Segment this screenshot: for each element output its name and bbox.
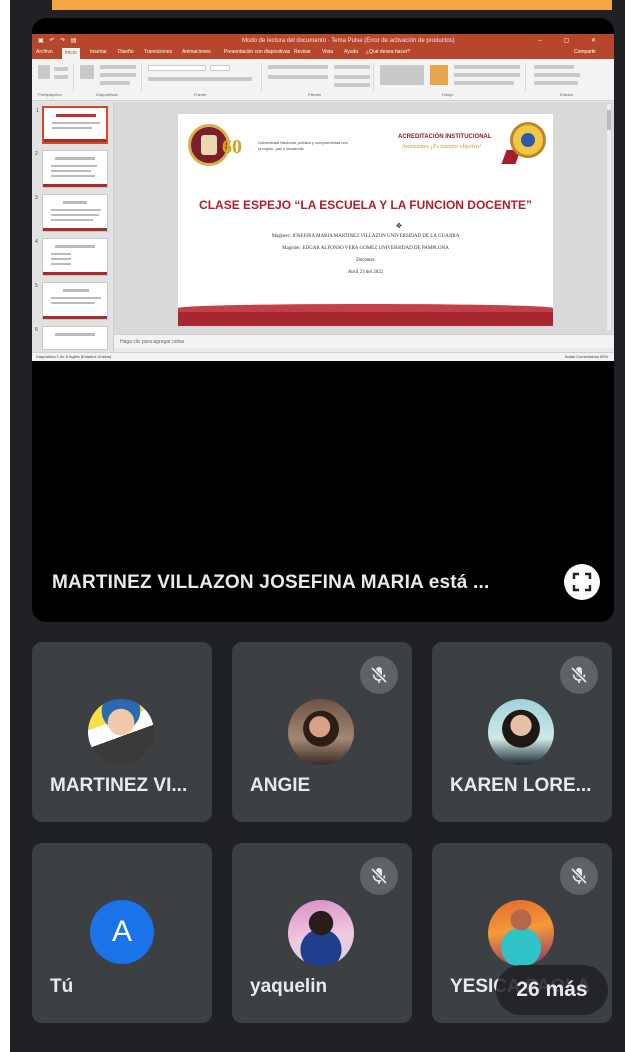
participant-tile[interactable]: KAREN LORE... <box>432 642 612 822</box>
slide-slogan: Universidad Nacional, pública y comprome… <box>258 140 348 151</box>
mouse-cursor-icon: ✥ <box>396 223 402 230</box>
ribbon-tab: Diseño <box>118 49 134 55</box>
ribbon-group <box>264 63 374 91</box>
participant-name: ANGIE <box>250 775 311 796</box>
ribbon-tab: Presentación con diapositivas <box>224 49 291 55</box>
ribbon-tab: Revisar <box>294 49 311 55</box>
accreditation-subtitle: Avanzamos ¡Es nuestro objetivo! <box>402 144 481 150</box>
ribbon-tab: Compartir <box>574 49 596 55</box>
status-right: Notas Comentarios 69% <box>564 354 608 359</box>
slide-text-line: Magíster: JOSEFINA MARIA MARTINEZ VILLAZ… <box>271 234 460 239</box>
ribbon-group-label: Fuente <box>194 92 207 97</box>
accreditation-title: ACREDITACIÓN INSTITUCIONAL <box>398 134 492 140</box>
participant-tile-self[interactable]: A Tú <box>32 843 212 1023</box>
ribbon-group <box>144 63 262 91</box>
slide-text-line: Abril 23 del 2022 <box>347 270 384 275</box>
powerpoint-title-bar: ▣ ↶ ↷ ▤ Modo de lectura del documento · … <box>32 34 614 48</box>
muted-indicator <box>560 857 598 895</box>
participant-avatar <box>288 900 354 966</box>
mic-off-icon <box>370 666 388 684</box>
ribbon-tab: Transiciones <box>144 49 173 55</box>
slide-footer-band <box>178 304 553 326</box>
participant-avatar <box>488 699 554 765</box>
slide-thumbnail: 5 <box>35 282 108 320</box>
participant-avatar <box>288 699 354 765</box>
slide-canvas: 60 Universidad Nacional, pública y compr… <box>114 102 614 334</box>
participant-name: MARTINEZ VI... <box>50 775 188 796</box>
slide-thumbnail: 4 <box>35 238 108 276</box>
window-controls-icons: – ▢ ✕ <box>538 38 606 44</box>
slide-text-line: Magíster: EDGAR ALFONSO VERA GOMEZ UNIVE… <box>282 246 449 251</box>
mic-off-icon <box>570 666 588 684</box>
ribbon-tabs: Archivo Inicio Insertar Diseño Transicio… <box>32 48 614 59</box>
thumbnail-number: 3 <box>35 195 38 201</box>
ribbon-tab: Animaciones <box>182 49 211 55</box>
ribbon-tab: Ayuda <box>344 49 359 55</box>
anniversary-logo: 60 <box>222 136 242 158</box>
shared-screen: ▣ ↶ ↷ ▤ Modo de lectura del documento · … <box>32 34 614 361</box>
thumbnail-number: 2 <box>35 151 38 157</box>
mic-off-icon <box>570 867 588 885</box>
current-slide: 60 Universidad Nacional, pública y compr… <box>178 114 553 326</box>
participant-avatar <box>88 699 154 765</box>
participant-name: Tú <box>50 976 74 997</box>
slide-scrollbar <box>607 104 611 330</box>
participant-name: KAREN LORE... <box>450 775 592 796</box>
powerpoint-status-bar: Diapositiva 1 de 8 Inglés (Estados Unido… <box>32 352 614 361</box>
status-left: Diapositiva 1 de 8 Inglés (Estados Unido… <box>36 354 112 359</box>
ribbon-tab: Insertar <box>90 49 107 55</box>
ribbon-group-label: Edición <box>560 92 574 97</box>
participant-avatar <box>488 900 554 966</box>
ribbon-tab: Vista <box>322 49 334 55</box>
letter-avatar: A <box>90 900 154 964</box>
ribbon-group-label: Párrafo <box>308 92 322 97</box>
fullscreen-button[interactable] <box>564 564 600 600</box>
participant-tile[interactable]: MARTINEZ VI... <box>32 642 212 822</box>
participant-tile[interactable]: yaquelin <box>232 843 412 1023</box>
mic-off-icon <box>370 867 388 885</box>
muted-indicator <box>560 656 598 694</box>
ribbon-group-label: Portapapeles <box>38 92 62 97</box>
ribbon-group <box>34 63 74 91</box>
notes-pane: Haga clic para agregar notas <box>114 334 614 348</box>
muted-indicator <box>360 857 398 895</box>
slide-thumbnail: 2 <box>35 150 108 188</box>
thumbnail-number: 1 <box>36 108 39 114</box>
thumbnail-number: 6 <box>35 327 38 333</box>
ribbon-group-label: Diapositivas <box>96 92 118 97</box>
ribbon-tab-active: Inicio <box>62 48 80 59</box>
more-participants-button[interactable]: 26 más <box>496 965 608 1015</box>
powerpoint-window-title: Modo de lectura del documento · Tema Pul… <box>242 38 455 44</box>
ribbon: Portapapeles Diapositivas Fuente Párrafo… <box>32 59 614 101</box>
slide-text-line: Docentes <box>356 258 375 263</box>
muted-indicator <box>360 656 398 694</box>
ribbon-group <box>76 63 142 91</box>
slide-thumbnail: 3 <box>35 194 108 232</box>
accreditation-badge-logo <box>510 122 546 158</box>
meet-app: ▣ ↶ ↷ ▤ Modo de lectura del documento · … <box>10 0 625 1052</box>
ribbon-group-label: Dibujo <box>442 92 454 97</box>
thumbnail-number: 4 <box>35 239 38 245</box>
ribbon-group <box>376 63 526 91</box>
top-accent-bar <box>52 0 612 10</box>
presenter-label: MARTINEZ VILLAZON JOSEFINA MARIA está ..… <box>52 572 490 593</box>
slide-title: CLASE ESPEJO “LA ESCUELA Y LA FUNCION DO… <box>199 198 532 212</box>
slide-thumbnail: 1 <box>36 106 108 144</box>
thumbnail-number: 5 <box>35 283 38 289</box>
ribbon-tab: Archivo <box>36 49 53 55</box>
fullscreen-icon <box>572 572 592 592</box>
ribbon-tab: ¿Qué desea hacer? <box>366 49 411 55</box>
slide-thumbnails: 1 2 3 4 5 6 <box>32 102 114 352</box>
presentation-tile[interactable]: ▣ ↶ ↷ ▤ Modo de lectura del documento · … <box>32 18 614 622</box>
ribbon-group <box>528 63 610 91</box>
participant-name: yaquelin <box>250 976 328 997</box>
slide-thumbnail: 6 <box>35 326 108 350</box>
quick-access-icons: ▣ ↶ ↷ ▤ <box>38 38 79 44</box>
participant-tile[interactable]: ANGIE <box>232 642 412 822</box>
